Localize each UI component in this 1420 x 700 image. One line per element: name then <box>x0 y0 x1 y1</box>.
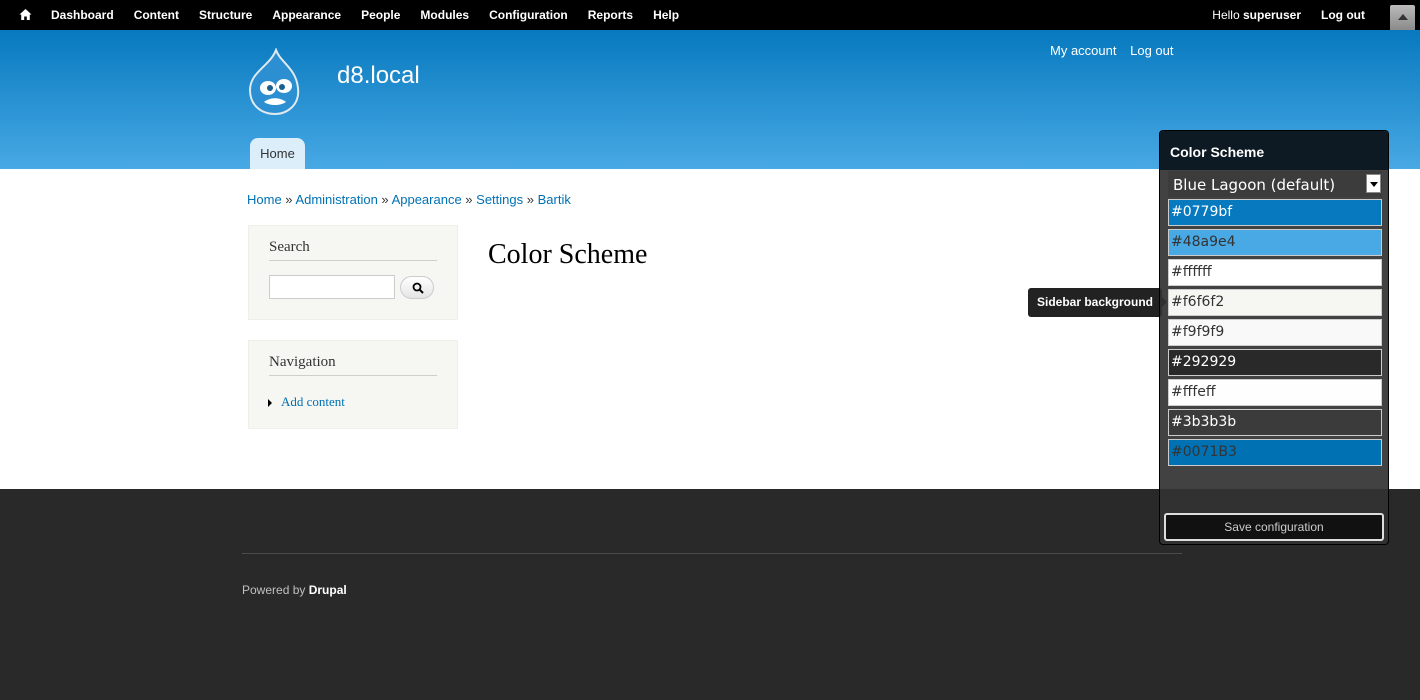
breadcrumb-appearance[interactable]: Appearance <box>392 192 462 207</box>
color-field-footer-background[interactable]: #292929 <box>1168 349 1382 376</box>
toolbar-modules[interactable]: Modules <box>420 8 469 22</box>
footer-divider <box>242 553 1182 554</box>
breadcrumb-separator: » <box>461 192 477 207</box>
toolbar-people[interactable]: People <box>361 8 400 22</box>
toolbar-configuration[interactable]: Configuration <box>489 8 568 22</box>
color-field-text[interactable]: #3b3b3b <box>1168 409 1382 436</box>
page-title: Color Scheme <box>488 239 648 270</box>
toolbar-dashboard[interactable]: Dashboard <box>51 8 114 22</box>
breadcrumb-settings[interactable]: Settings <box>476 192 523 207</box>
breadcrumb-administration[interactable]: Administration <box>295 192 377 207</box>
add-content-label: Add content <box>281 394 345 409</box>
add-content-link[interactable]: Add content <box>268 394 345 410</box>
admin-toolbar: Dashboard Content Structure Appearance P… <box>0 0 1420 30</box>
color-field-main-background[interactable]: #ffffff <box>1168 259 1382 286</box>
breadcrumb-separator: » <box>377 192 392 207</box>
color-field-secondary[interactable]: #48a9e4 <box>1168 229 1382 256</box>
panel-title: Color Scheme <box>1170 144 1265 160</box>
navigation-block: Navigation Add content <box>248 340 458 429</box>
scheme-select[interactable]: Blue Lagoon (default) <box>1168 171 1382 197</box>
drawer-toggle-button[interactable] <box>1390 5 1415 30</box>
search-button[interactable] <box>400 276 434 299</box>
tab-home[interactable]: Home <box>250 138 305 169</box>
color-field-sidebar-background[interactable]: #f6f6f2 <box>1168 289 1382 316</box>
color-field-sidebar-borders[interactable]: #f9f9f9 <box>1168 319 1382 346</box>
breadcrumb-separator: » <box>281 192 296 207</box>
toolbar-reports[interactable]: Reports <box>588 8 633 22</box>
secondary-menu: My account Log out <box>1050 43 1183 58</box>
toolbar-menu: Dashboard Content Structure Appearance P… <box>51 0 699 30</box>
drupal-logo-icon[interactable] <box>246 48 304 116</box>
toolbar-structure[interactable]: Structure <box>199 8 252 22</box>
username[interactable]: superuser <box>1243 8 1301 22</box>
search-block-title: Search <box>269 239 437 261</box>
powered-by: Powered by Drupal <box>242 583 347 597</box>
toolbar-user-area: Hello superuser Log out <box>1212 0 1365 30</box>
breadcrumb-bartik[interactable]: Bartik <box>538 192 571 207</box>
toolbar-appearance[interactable]: Appearance <box>272 8 341 22</box>
breadcrumb-separator: » <box>523 192 538 207</box>
header-logout-link[interactable]: Log out <box>1130 43 1173 58</box>
scheme-select-value: Blue Lagoon (default) <box>1173 176 1336 194</box>
toolbar-help[interactable]: Help <box>653 8 679 22</box>
powered-by-text: Powered by <box>242 583 309 597</box>
hello-prefix: Hello <box>1212 8 1243 22</box>
breadcrumb: Home » Administration » Appearance » Set… <box>247 192 571 207</box>
drupal-link[interactable]: Drupal <box>309 583 347 597</box>
my-account-link[interactable]: My account <box>1050 43 1116 58</box>
toolbar-content[interactable]: Content <box>134 8 179 22</box>
navigation-block-title: Navigation <box>269 354 437 376</box>
save-configuration-button[interactable]: Save configuration <box>1164 513 1384 541</box>
home-icon[interactable] <box>19 8 32 21</box>
search-icon <box>412 282 424 294</box>
search-input[interactable] <box>269 275 395 299</box>
color-field-primary[interactable]: #0779bf <box>1168 199 1382 226</box>
color-field-title-slogan[interactable]: #fffeff <box>1168 379 1382 406</box>
site-name[interactable]: d8.local <box>337 62 420 90</box>
toolbar-logout-link[interactable]: Log out <box>1321 8 1365 22</box>
search-block: Search <box>248 225 458 320</box>
breadcrumb-home[interactable]: Home <box>247 192 282 207</box>
swatch-tooltip: Sidebar background <box>1028 288 1167 317</box>
color-field-link[interactable]: #0071B3 <box>1168 439 1382 466</box>
color-scheme-panel: Color Scheme Blue Lagoon (default) #0779… <box>1159 130 1389 545</box>
chevron-down-icon[interactable] <box>1366 174 1381 193</box>
hello-user: Hello superuser <box>1212 8 1301 22</box>
